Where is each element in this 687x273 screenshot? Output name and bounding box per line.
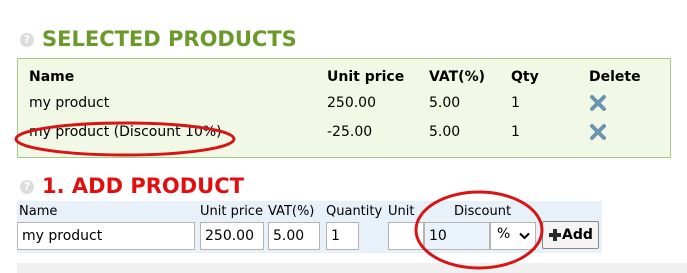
add-product-form: Name Unit price VAT(%) Quantity Unit Dis… (17, 201, 602, 253)
column-header-unit-price: Unit price (327, 69, 405, 85)
column-header-vat: VAT(%) (429, 69, 486, 85)
add-button-label: Add (562, 227, 593, 243)
discount-label: Discount (454, 204, 512, 219)
chevron-down-icon (519, 232, 530, 240)
delete-icon[interactable] (589, 94, 607, 112)
product-name: my product (29, 95, 110, 111)
vat-input[interactable] (268, 222, 320, 250)
plus-icon (549, 229, 561, 241)
vat-label: VAT(%) (268, 204, 315, 219)
help-icon[interactable]: ? (20, 180, 34, 194)
add-product-title: 1. ADD PRODUCT (42, 174, 244, 198)
selected-products-title: SELECTED PRODUCTS (42, 27, 297, 51)
product-vat: 5.00 (429, 95, 461, 111)
product-qty: 1 (511, 95, 520, 111)
product-vat: 5.00 (429, 124, 461, 140)
name-label: Name (19, 204, 58, 219)
discount-type-select[interactable]: % (490, 222, 536, 250)
discount-type-value: % (497, 226, 511, 242)
add-button[interactable]: Add (542, 221, 599, 249)
product-unit-price: 250.00 (327, 95, 376, 111)
product-unit-price: -25.00 (327, 124, 373, 140)
product-qty: 1 (511, 124, 520, 140)
unit-input[interactable] (388, 222, 424, 250)
product-name-input[interactable] (17, 222, 195, 250)
column-header-delete: Delete (589, 69, 641, 85)
bottom-section-strip (17, 263, 687, 273)
column-header-qty: Qty (511, 69, 539, 85)
quantity-input[interactable] (326, 222, 359, 250)
discount-input[interactable] (424, 222, 490, 250)
help-icon[interactable]: ? (20, 33, 34, 47)
selected-products-table: Name Unit price VAT(%) Qty Delete my pro… (17, 58, 671, 158)
product-name: my product (Discount 10%) (29, 124, 222, 140)
unit-label: Unit (388, 204, 415, 219)
column-header-name: Name (29, 69, 75, 85)
unit-price-label: Unit price (200, 204, 263, 219)
unit-price-input[interactable] (200, 222, 264, 250)
delete-icon[interactable] (589, 123, 607, 141)
quantity-label: Quantity (326, 204, 383, 219)
